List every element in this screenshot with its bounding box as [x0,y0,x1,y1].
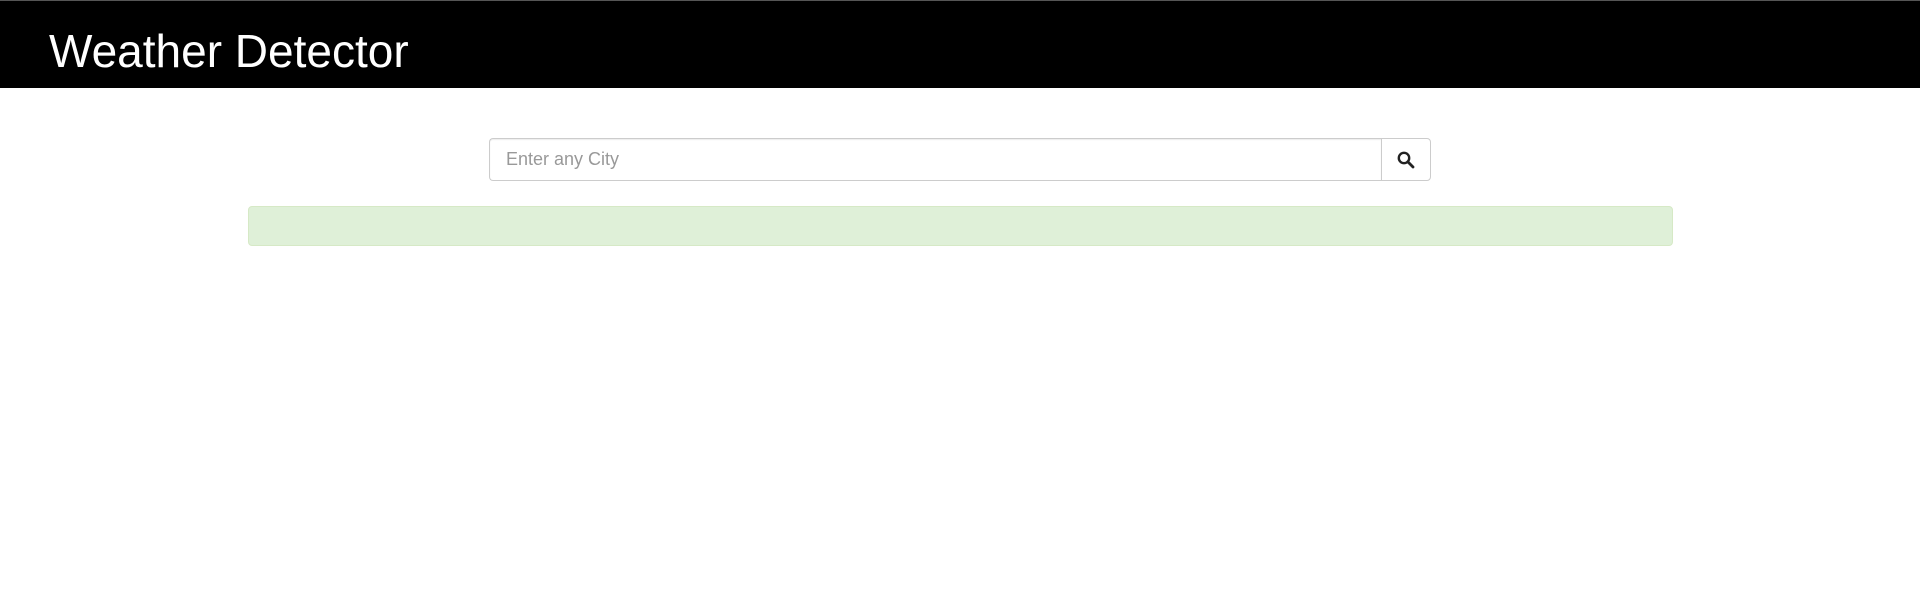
app-header: Weather Detector [0,0,1920,88]
city-search-form [489,138,1431,181]
search-button[interactable] [1381,138,1431,181]
weather-result-alert [248,206,1673,246]
app-title: Weather Detector [49,25,409,77]
city-search-input[interactable] [489,138,1381,181]
search-icon [1397,151,1415,169]
